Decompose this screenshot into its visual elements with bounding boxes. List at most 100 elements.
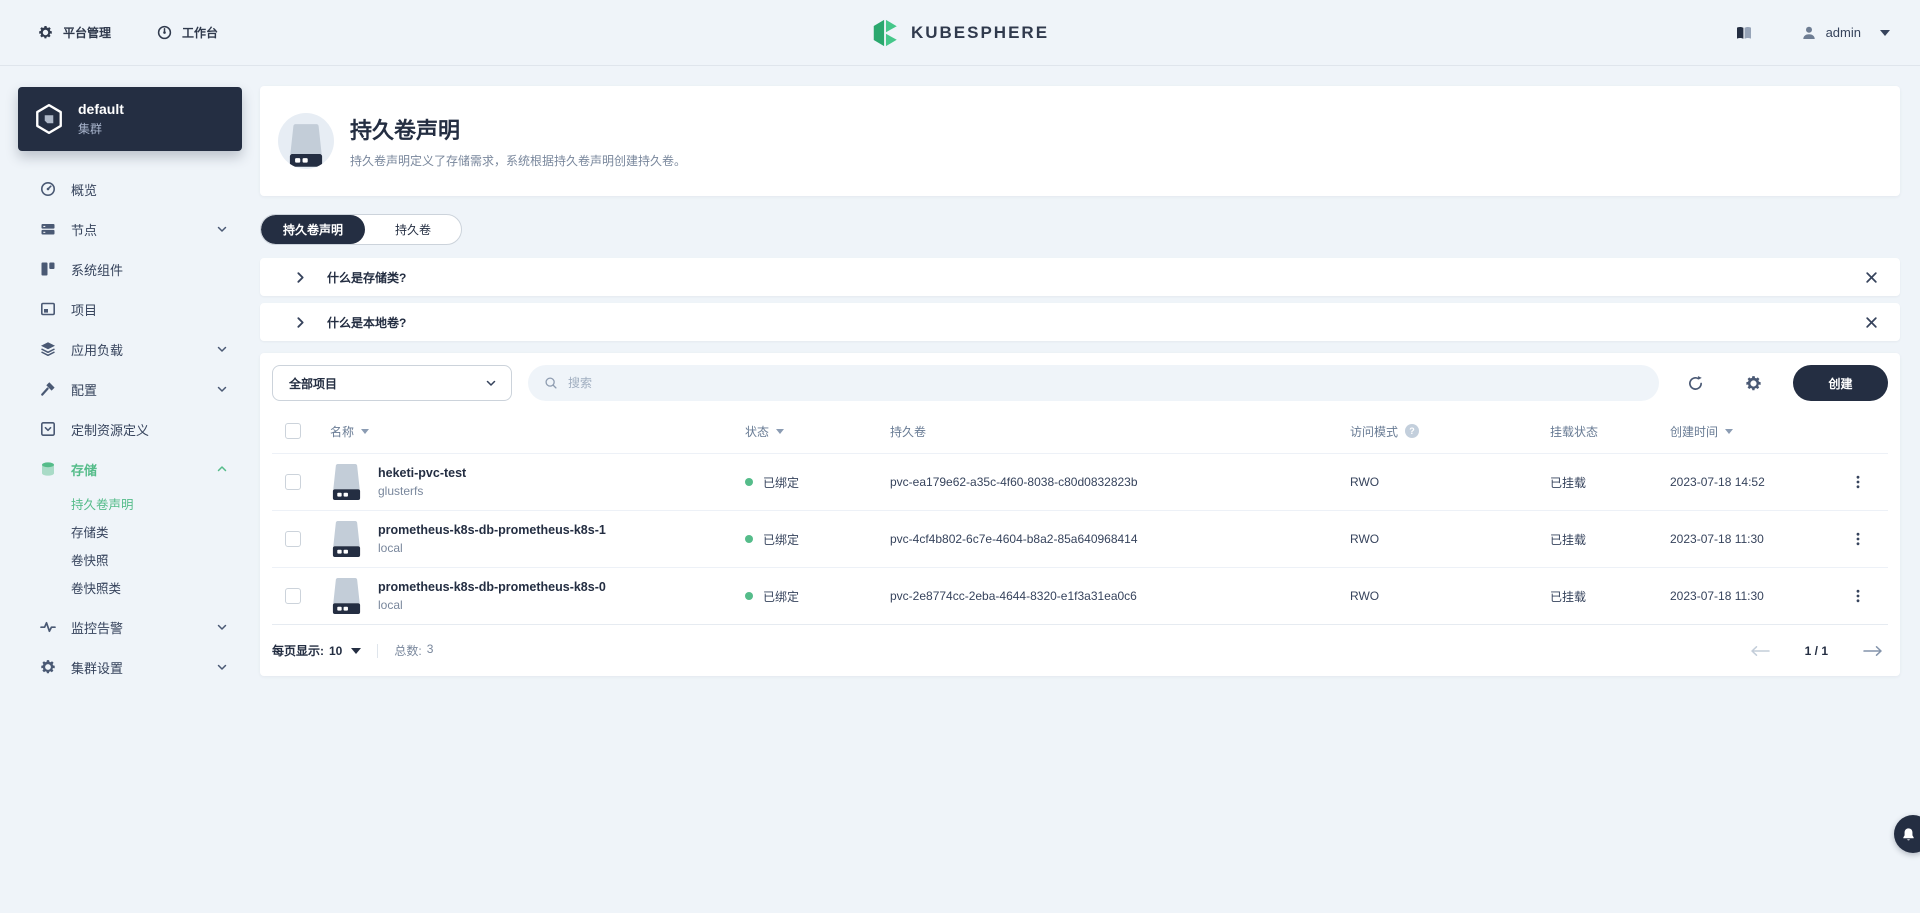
- access-mode: RWO: [1350, 475, 1380, 489]
- pvc-name-link[interactable]: prometheus-k8s-db-prometheus-k8s-1: [378, 523, 606, 537]
- sidebar-item-monitoring[interactable]: 监控告警: [18, 607, 242, 647]
- pvc-page-icon: [278, 113, 334, 169]
- storageclass-info-banner: 什么是存储类?: [260, 258, 1900, 296]
- per-page-select[interactable]: 每页显示: 10: [272, 642, 362, 659]
- kubesphere-logo[interactable]: KUBESPHERE: [871, 18, 1049, 48]
- storage-class-label: local: [378, 598, 403, 612]
- banner-question-label[interactable]: 什么是本地卷?: [327, 314, 406, 331]
- column-settings-gear-icon[interactable]: [1735, 365, 1771, 401]
- storage-class-label: local: [378, 541, 403, 555]
- workbench-label: 工作台: [182, 26, 219, 40]
- page-title: 持久卷声明: [350, 118, 461, 143]
- chevron-down-icon: [351, 647, 362, 654]
- more-actions-button[interactable]: [1851, 532, 1865, 546]
- sort-caret-icon: [361, 428, 370, 434]
- column-header-created[interactable]: 创建时间: [1670, 423, 1828, 440]
- volume-icon: [330, 520, 363, 559]
- sidebar-item-crd[interactable]: 定制资源定义: [18, 409, 242, 449]
- pv-name: pvc-4cf4b802-6c7e-4604-b8a2-85a640968414: [890, 532, 1138, 546]
- sidebar-item-label: 集群设置: [71, 660, 124, 676]
- row-checkbox[interactable]: [285, 588, 301, 604]
- banner-question-label[interactable]: 什么是存储类?: [327, 269, 406, 286]
- cluster-hexagon-icon: [33, 103, 65, 135]
- status-dot: [745, 592, 753, 600]
- sidebar: default 集群 概览 节点 系统组件 项目 应用负载 配置 定制资源定义 …: [0, 66, 260, 913]
- workbench-button[interactable]: 工作台: [157, 24, 218, 41]
- sidebar-item-label: 配置: [71, 382, 98, 398]
- gear-icon: [40, 659, 56, 675]
- chevron-up-icon: [216, 463, 228, 475]
- created-time: 2023-07-18 11:30: [1670, 532, 1764, 546]
- sidebar-subitem-storageclass[interactable]: 存储类: [18, 517, 242, 545]
- select-all-checkbox[interactable]: [285, 423, 301, 439]
- row-checkbox[interactable]: [285, 531, 301, 547]
- next-page-arrow-icon[interactable]: [1858, 641, 1888, 661]
- sidebar-item-nodes[interactable]: 节点: [18, 209, 242, 249]
- tab-pv[interactable]: 持久卷: [365, 215, 461, 244]
- status-text: 已绑定: [763, 532, 800, 547]
- sidebar-subitem-volumesnapshotclass[interactable]: 卷快照类: [18, 573, 242, 601]
- mount-status: 已挂载: [1550, 475, 1587, 490]
- workbench-icon: [157, 25, 172, 40]
- cluster-selector[interactable]: default 集群: [18, 87, 242, 151]
- search-input[interactable]: [568, 376, 1643, 390]
- sidebar-subitem-label: 卷快照类: [71, 581, 122, 596]
- chevron-right-icon[interactable]: [294, 316, 307, 329]
- column-header-name[interactable]: 名称: [330, 423, 745, 440]
- sidebar-item-cluster-settings[interactable]: 集群设置: [18, 647, 242, 687]
- sidebar-menu: 概览 节点 系统组件 项目 应用负载 配置 定制资源定义 存储 持久卷声明 存储…: [18, 169, 242, 687]
- chevron-down-icon: [216, 223, 228, 235]
- table-toolbar: 全部项目 创建: [272, 365, 1888, 401]
- column-header-status[interactable]: 状态: [745, 423, 890, 440]
- access-mode: RWO: [1350, 589, 1380, 603]
- table-row: prometheus-k8s-db-prometheus-k8s-0 local…: [272, 567, 1888, 624]
- sidebar-subitem-pvc[interactable]: 持久卷声明: [18, 489, 242, 517]
- sidebar-subitem-volumesnapshot[interactable]: 卷快照: [18, 545, 242, 573]
- previous-page-arrow-icon[interactable]: [1745, 641, 1775, 661]
- tab-pvc[interactable]: 持久卷声明: [261, 215, 366, 244]
- sidebar-item-configuration[interactable]: 配置: [18, 369, 242, 409]
- bell-icon: [1901, 827, 1916, 842]
- platform-management-button[interactable]: 平台管理: [38, 24, 111, 41]
- help-icon[interactable]: ?: [1405, 424, 1420, 438]
- pv-name: pvc-2e8774cc-2eba-4644-8320-e1f3a31ea0c6: [890, 589, 1137, 603]
- mount-status: 已挂载: [1550, 532, 1587, 547]
- search-box: [528, 365, 1659, 401]
- status-dot: [745, 535, 753, 543]
- gauge-icon: [40, 181, 56, 197]
- more-actions-button[interactable]: [1851, 475, 1865, 489]
- close-icon[interactable]: [1865, 271, 1878, 284]
- more-actions-button[interactable]: [1851, 589, 1865, 603]
- sidebar-item-projects[interactable]: 项目: [18, 289, 242, 329]
- chevron-down-icon: [216, 383, 228, 395]
- pvc-name-link[interactable]: prometheus-k8s-db-prometheus-k8s-0: [378, 580, 606, 594]
- chevron-right-icon[interactable]: [294, 271, 307, 284]
- project-filter-select[interactable]: 全部项目: [272, 365, 512, 401]
- sidebar-item-overview[interactable]: 概览: [18, 169, 242, 209]
- row-checkbox[interactable]: [285, 474, 301, 490]
- mount-status: 已挂载: [1550, 589, 1587, 604]
- sidebar-item-storage[interactable]: 存储: [18, 449, 242, 489]
- created-time: 2023-07-18 11:30: [1670, 589, 1764, 603]
- refresh-button[interactable]: [1677, 365, 1713, 401]
- pvc-name-link[interactable]: heketi-pvc-test: [378, 466, 466, 480]
- sidebar-item-label: 定制资源定义: [71, 422, 150, 438]
- storage-class-label: glusterfs: [378, 484, 424, 498]
- username-label: admin: [1825, 25, 1861, 40]
- pv-name: pvc-ea179e62-a35c-4f60-8038-c80d0832823b: [890, 475, 1138, 489]
- close-icon[interactable]: [1865, 316, 1878, 329]
- table-footer: 每页显示: 10 总数: 3 1 / 1: [272, 624, 1888, 676]
- documentation-book-icon[interactable]: [1735, 25, 1753, 41]
- page-header: 持久卷声明 持久卷声明定义了存储需求，系统根据持久卷声明创建持久卷。: [260, 86, 1900, 196]
- nodes-icon: [40, 221, 56, 237]
- chevron-down-icon: [216, 343, 228, 355]
- sidebar-item-components[interactable]: 系统组件: [18, 249, 242, 289]
- column-header-pv: 持久卷: [890, 424, 927, 439]
- sort-caret-icon: [776, 428, 785, 434]
- user-menu[interactable]: admin: [1801, 25, 1890, 41]
- sidebar-item-workloads[interactable]: 应用负载: [18, 329, 242, 369]
- hammer-icon: [40, 381, 56, 397]
- sidebar-subitem-label: 卷快照: [71, 553, 109, 568]
- crd-box-icon: [40, 421, 56, 437]
- create-button[interactable]: 创建: [1793, 365, 1888, 401]
